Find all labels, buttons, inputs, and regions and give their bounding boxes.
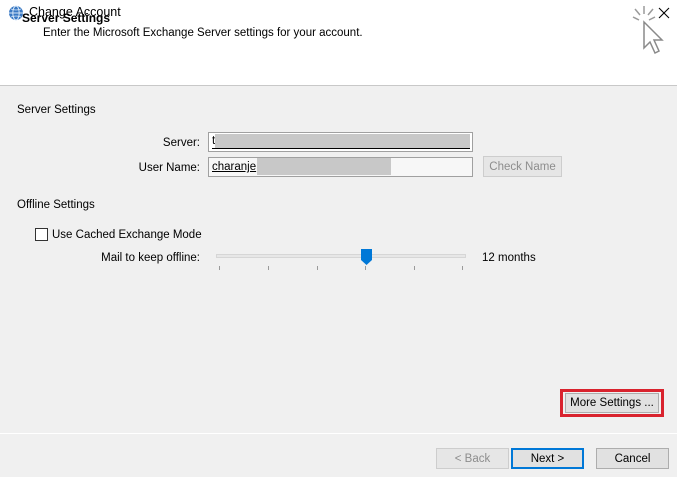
more-settings-button[interactable]: More Settings ... xyxy=(565,393,659,413)
username-redaction xyxy=(257,158,391,175)
server-label: Server: xyxy=(162,137,200,149)
username-input[interactable]: charanje xyxy=(208,157,473,177)
cached-mode-checkbox[interactable] xyxy=(35,228,48,241)
mail-offline-slider-track[interactable] xyxy=(216,254,466,258)
back-button[interactable]: < Back xyxy=(436,448,509,469)
cancel-button[interactable]: Cancel xyxy=(596,448,669,469)
slider-tick xyxy=(219,266,220,270)
slider-tick xyxy=(317,266,318,270)
check-name-button[interactable]: Check Name xyxy=(483,156,562,177)
server-input[interactable]: t xyxy=(208,132,473,152)
slider-tick xyxy=(268,266,269,270)
offline-settings-section-label: Offline Settings xyxy=(17,199,95,211)
username-value: charanje xyxy=(212,161,257,173)
server-settings-section-label: Server Settings xyxy=(17,104,96,116)
next-button[interactable]: Next > xyxy=(511,448,584,469)
mail-offline-label: Mail to keep offline: xyxy=(101,252,200,264)
slider-tick xyxy=(414,266,415,270)
server-underline xyxy=(212,148,470,149)
slider-tick xyxy=(365,266,366,270)
page-subtitle: Enter the Microsoft Exchange Server sett… xyxy=(43,27,363,39)
page-title: Server Settings xyxy=(22,11,111,25)
footer-divider xyxy=(0,433,677,434)
server-redaction xyxy=(215,134,470,148)
slider-tick xyxy=(462,266,463,270)
mail-offline-slider-thumb[interactable] xyxy=(360,249,372,265)
click-cursor-icon xyxy=(628,4,668,56)
username-label: User Name: xyxy=(138,162,200,174)
mail-offline-value: 12 months xyxy=(482,252,536,264)
cached-mode-label: Use Cached Exchange Mode xyxy=(52,229,202,241)
